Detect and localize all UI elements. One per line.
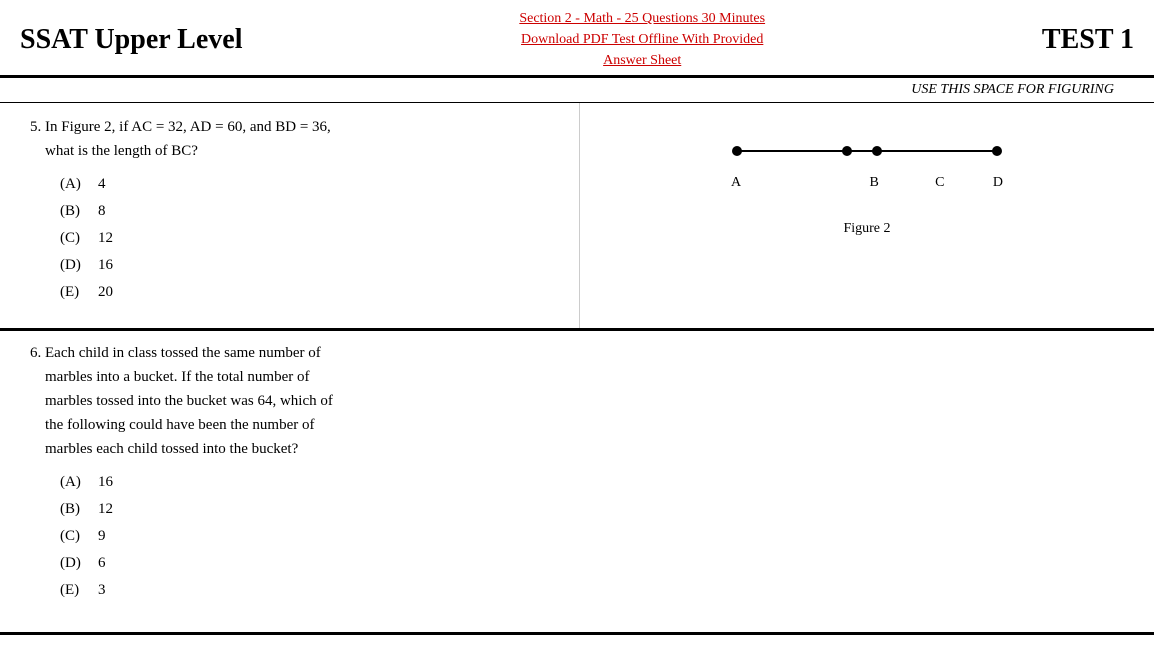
figure2-area: A B C D Figure 2 (600, 133, 1134, 237)
option-d-label: (D) (60, 252, 88, 279)
page-title: SSAT Upper Level (20, 24, 242, 56)
section-link[interactable]: Section 2 - Math - 25 Questions 30 Minut… (519, 11, 765, 68)
figuring-label: USE THIS SPACE FOR FIGURING (911, 82, 1134, 98)
option-b-value: 8 (98, 198, 106, 225)
question5: 5. In Figure 2, if AC = 32, AD = 60, and… (30, 115, 559, 306)
question5-line2: what is the length of BC? (45, 143, 198, 159)
option-b-label: (B) (60, 198, 88, 225)
figure2-svg (727, 133, 1007, 173)
label-d: D (993, 175, 1003, 191)
question5-number: 5. (30, 119, 45, 135)
question6-options: (A) 16 (B) 12 (C) 9 (D) 6 (E) 3 (60, 469, 1134, 604)
option-c-value: 12 (98, 225, 113, 252)
option-e-label: (E) (60, 279, 88, 306)
figure2-caption: Figure 2 (600, 221, 1134, 237)
q6-option-a-value: 16 (98, 469, 113, 496)
question6-line3: marbles tossed into the bucket was 64, w… (45, 393, 333, 409)
option-c: (C) 12 (60, 225, 559, 252)
question5-section: 5. In Figure 2, if AC = 32, AD = 60, and… (0, 103, 1154, 328)
option-a-label: (A) (60, 171, 88, 198)
q6-option-c: (C) 9 (60, 523, 1134, 550)
q6-option-b: (B) 12 (60, 496, 1134, 523)
section-line3: Answer Sheet (603, 53, 681, 68)
question6-line4: the following could have been the number… (45, 417, 315, 433)
question6-text: 6. Each child in class tossed the same n… (30, 341, 1134, 461)
test-label: TEST 1 (1042, 24, 1134, 56)
q6-option-d: (D) 6 (60, 550, 1134, 577)
q6-option-e-label: (E) (60, 577, 88, 604)
option-e: (E) 20 (60, 279, 559, 306)
q6-option-c-label: (C) (60, 523, 88, 550)
bottom-divider (0, 632, 1154, 635)
option-a: (A) 4 (60, 171, 559, 198)
question6: 6. Each child in class tossed the same n… (30, 341, 1134, 604)
option-e-value: 20 (98, 279, 113, 306)
figure2-labels: A B C D (727, 175, 1007, 191)
header-center: Section 2 - Math - 25 Questions 30 Minut… (262, 8, 1021, 71)
option-a-value: 4 (98, 171, 106, 198)
line-figure-wrapper (600, 133, 1134, 175)
q6-option-d-value: 6 (98, 550, 106, 577)
q6-option-a: (A) 16 (60, 469, 1134, 496)
label-c: C (935, 175, 944, 191)
q6-option-b-label: (B) (60, 496, 88, 523)
question6-line1: Each child in class tossed the same numb… (45, 345, 321, 361)
question5-text: 5. In Figure 2, if AC = 32, AD = 60, and… (30, 115, 559, 163)
q6-option-e: (E) 3 (60, 577, 1134, 604)
question6-line2: marbles into a bucket. If the total numb… (45, 369, 310, 385)
q6-option-e-value: 3 (98, 577, 106, 604)
header: SSAT Upper Level Section 2 - Math - 25 Q… (0, 0, 1154, 78)
label-a: A (731, 175, 741, 191)
question6-line5: marbles each child tossed into the bucke… (45, 441, 298, 457)
question5-line1: In Figure 2, if AC = 32, AD = 60, and BD… (45, 119, 331, 135)
q6-option-d-label: (D) (60, 550, 88, 577)
option-b: (B) 8 (60, 198, 559, 225)
option-d: (D) 16 (60, 252, 559, 279)
label-b: B (869, 175, 878, 191)
q6-option-c-value: 9 (98, 523, 106, 550)
question6-number: 6. (30, 345, 45, 361)
section-line2: Download PDF Test Offline With Provided (521, 32, 763, 47)
question5-figure: A B C D Figure 2 (580, 103, 1154, 328)
question5-left: 5. In Figure 2, if AC = 32, AD = 60, and… (0, 103, 580, 328)
q6-option-a-label: (A) (60, 469, 88, 496)
option-c-label: (C) (60, 225, 88, 252)
page-container: SSAT Upper Level Section 2 - Math - 25 Q… (0, 0, 1154, 635)
sub-header: USE THIS SPACE FOR FIGURING (0, 78, 1154, 103)
option-d-value: 16 (98, 252, 113, 279)
question6-section: 6. Each child in class tossed the same n… (0, 331, 1154, 622)
question5-options: (A) 4 (B) 8 (C) 12 (D) 16 (60, 171, 559, 306)
section-line1: Section 2 - Math - 25 Questions 30 Minut… (519, 11, 765, 26)
q6-option-b-value: 12 (98, 496, 113, 523)
